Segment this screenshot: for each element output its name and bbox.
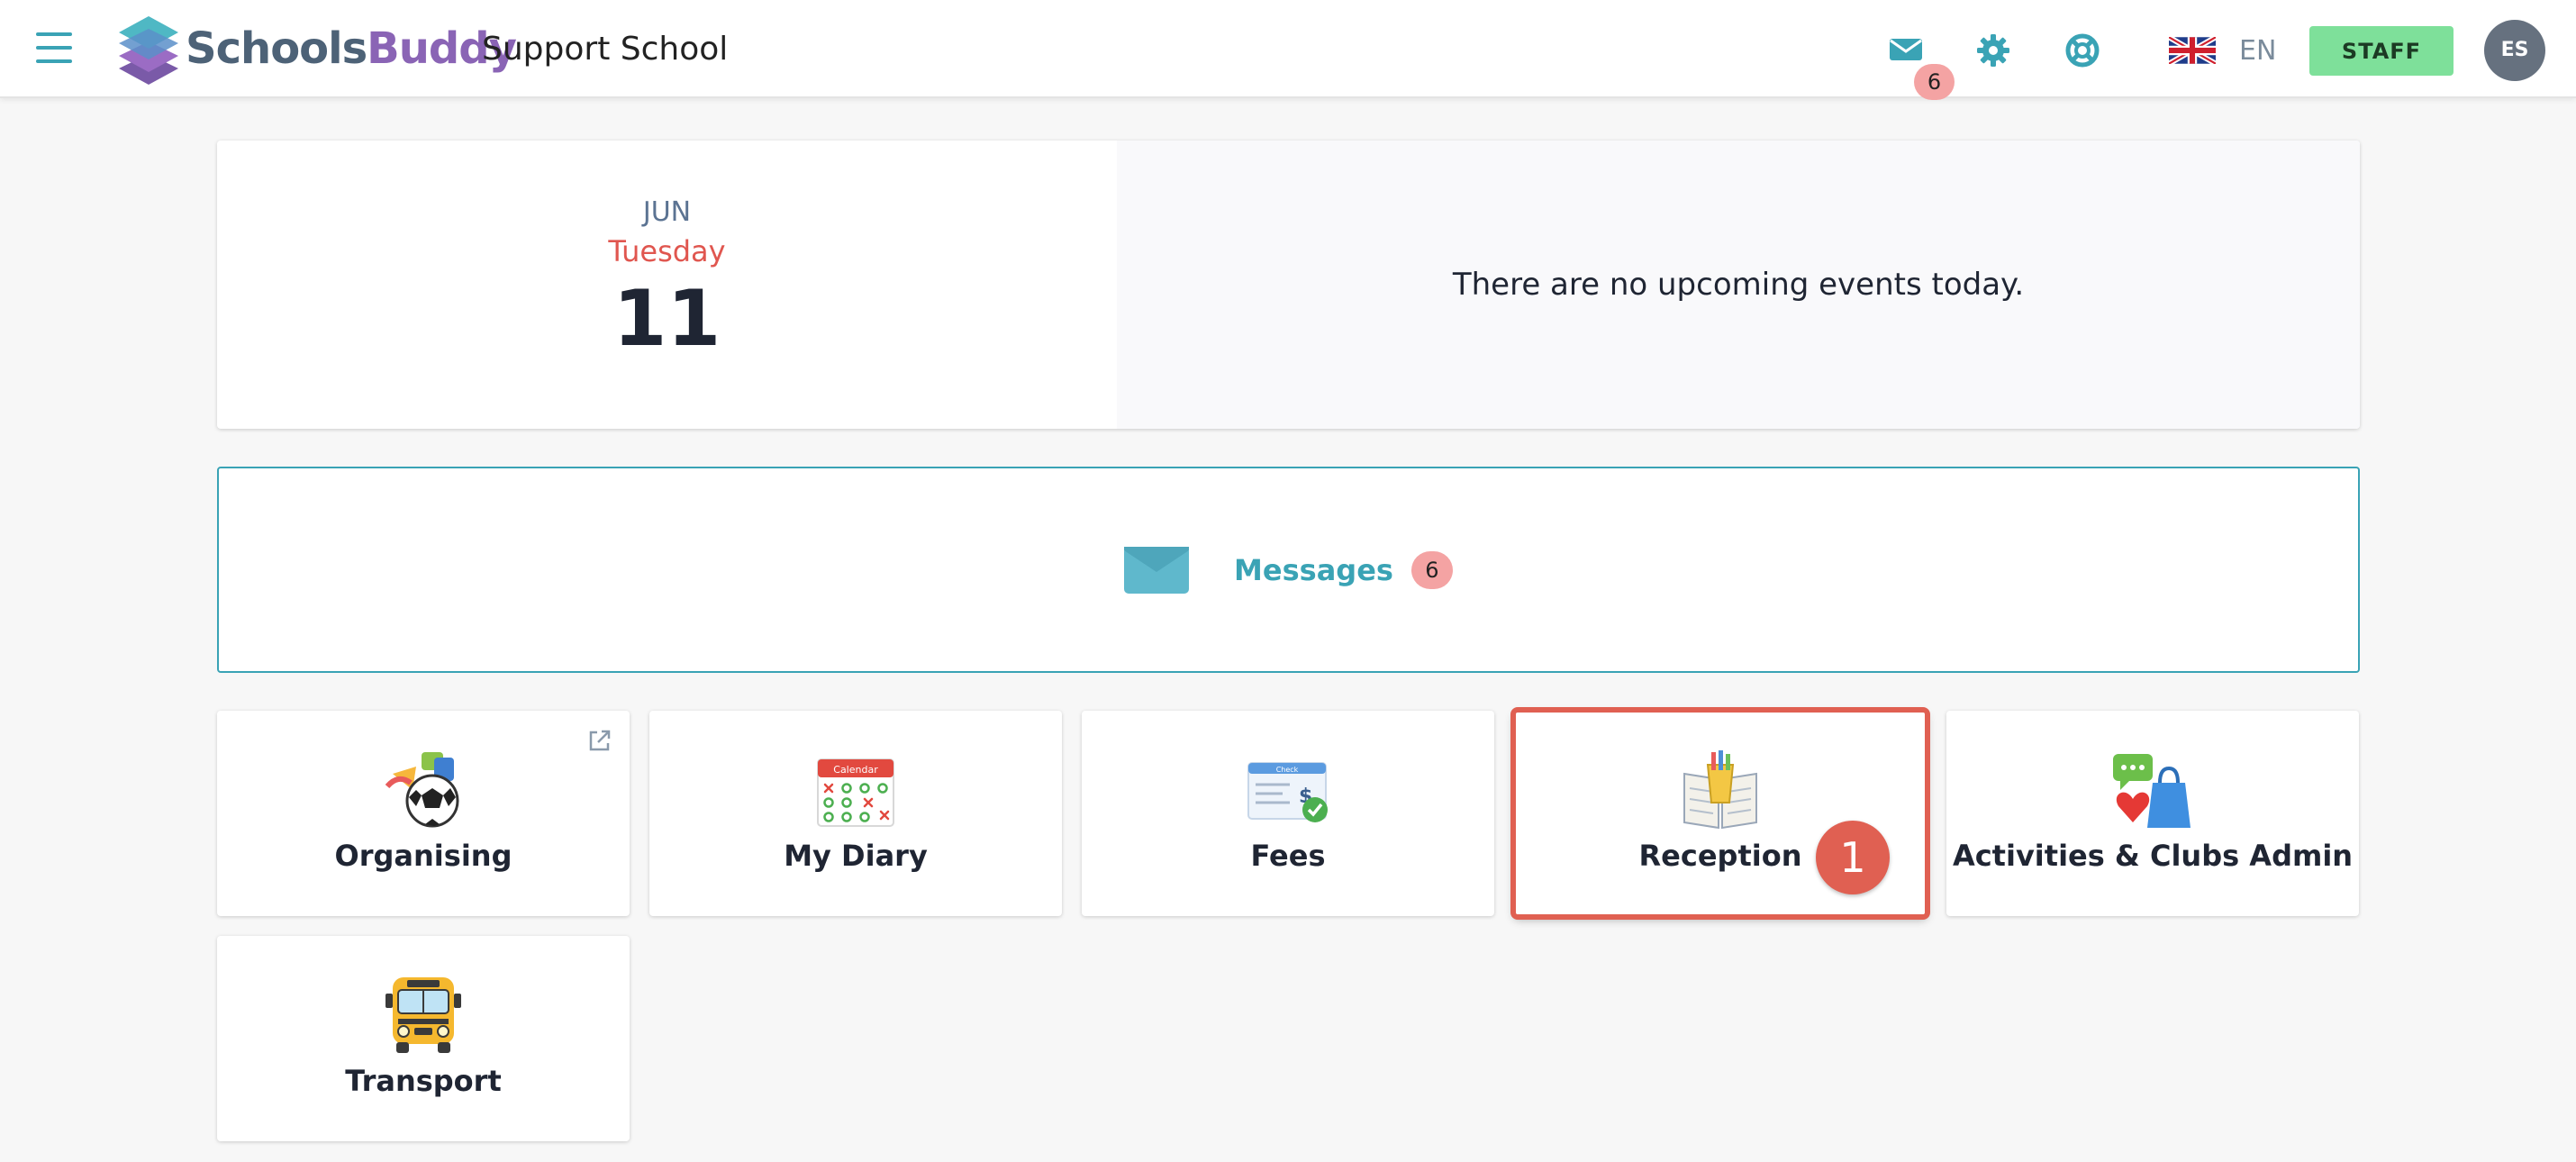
messages-link[interactable]: Messages [1234,553,1393,587]
messages-card[interactable]: Messages 6 [217,467,2360,673]
tile-activities-clubs-admin[interactable]: Activities & Clubs Admin [1946,711,2359,916]
date-panel: JUN Tuesday 11 [217,141,1117,429]
mail-count-badge: 6 [1914,64,1955,100]
tile-label: My Diary [784,839,928,873]
envelope-icon [1124,546,1190,594]
calendar-icon: Calendar [817,758,894,827]
help-lifebuoy-icon[interactable] [2064,32,2100,68]
uk-flag-icon [2169,37,2216,64]
staff-role-button[interactable]: STAFF [2309,26,2454,76]
language-code: EN [2239,34,2277,67]
tile-organising[interactable]: Organising [217,711,630,916]
tile-fees[interactable]: Check $ Fees [1082,711,1494,916]
tile-label: Organising [334,839,512,873]
events-panel: There are no upcoming events today. [1117,141,2360,429]
no-events-text: There are no upcoming events today. [1452,267,2025,303]
user-avatar[interactable]: ES [2484,20,2545,81]
messages-count-badge: 6 [1410,550,1453,589]
tile-transport[interactable]: Transport [217,936,630,1141]
organising-icon [385,752,459,828]
brand-logo-text[interactable]: SchoolsBuddy [186,22,517,76]
svg-text:Calendar: Calendar [833,764,878,776]
language-selector[interactable]: EN [2169,34,2276,67]
schoolsbuddy-logo-icon [119,16,178,85]
school-bus-icon [385,977,461,1053]
school-name: Support School [482,31,729,68]
tile-label: Fees [1250,839,1326,873]
svg-text:Check: Check [1276,766,1299,774]
mail-icon[interactable] [1888,36,1924,63]
menu-hamburger-icon[interactable] [36,32,72,63]
tile-label: Transport [345,1064,502,1098]
gear-icon[interactable] [1975,32,2011,68]
reception-book-icon [1683,750,1757,830]
step-number-badge: 1 [1816,821,1890,894]
fees-check-icon: Check $ [1247,762,1328,822]
external-link-icon[interactable] [586,727,613,754]
brand-logo-part1: Schools [186,23,367,74]
top-bar: SchoolsBuddy Support School 6 EN STAFF E… [0,0,2576,100]
date-month: JUN [642,196,692,228]
date-events-card: JUN Tuesday 11 There are no upcoming eve… [217,141,2360,429]
date-weekday: Tuesday [608,234,726,268]
activities-icon [2113,754,2191,828]
tile-my-diary[interactable]: Calendar My Diary [649,711,1062,916]
tile-label: Activities & Clubs Admin [1952,839,2354,873]
date-day-number: 11 [612,274,721,364]
